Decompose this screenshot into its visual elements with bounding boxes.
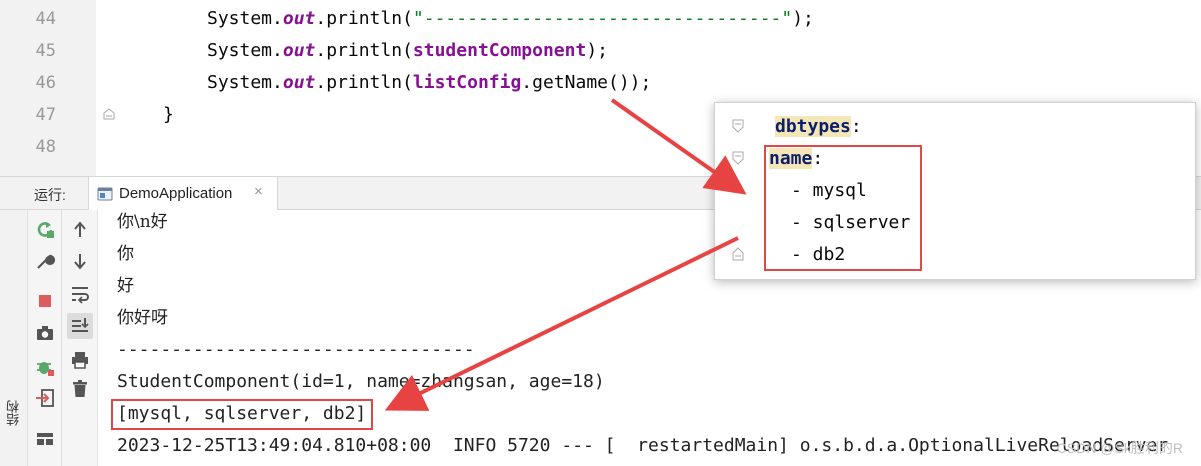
yaml-config-popup: dbtypes: name: - mysql - sqlserver - db2 bbox=[714, 102, 1196, 280]
fold-icon[interactable] bbox=[731, 118, 745, 134]
soft-wrap-icon[interactable] bbox=[69, 283, 91, 305]
fold-end-icon[interactable] bbox=[731, 246, 745, 262]
print-icon[interactable] bbox=[69, 349, 91, 371]
console-line: 好 bbox=[117, 276, 134, 296]
application-icon bbox=[97, 187, 113, 201]
console-line: 2023-12-25T13:49:04.810+08:00 INFO 5720 … bbox=[117, 435, 1169, 456]
layout-icon[interactable] bbox=[34, 428, 56, 450]
trash-icon[interactable] bbox=[69, 378, 91, 400]
scroll-to-end-icon[interactable] bbox=[67, 313, 93, 339]
console-line: 你 bbox=[117, 244, 134, 264]
run-toolbar bbox=[28, 210, 62, 466]
console-line: 你好呀 bbox=[117, 308, 168, 328]
structure-tool-strip bbox=[0, 210, 28, 466]
close-icon[interactable]: × bbox=[254, 183, 263, 200]
line-number: 45 bbox=[35, 41, 56, 61]
structure-tab[interactable]: 结构 bbox=[4, 400, 23, 426]
console-toolbar bbox=[62, 210, 98, 466]
yaml-root-key: dbtypes: bbox=[775, 116, 862, 137]
code-line: System.out.println("--------------------… bbox=[207, 8, 814, 29]
run-label: 运行: bbox=[34, 187, 66, 203]
rerun-icon[interactable] bbox=[34, 219, 56, 241]
up-arrow-icon[interactable] bbox=[69, 219, 91, 241]
code-line: System.out.println(studentComponent); bbox=[207, 40, 608, 61]
console-highlight-box bbox=[111, 399, 373, 430]
code-line: System.out.println(listConfig.getName())… bbox=[207, 72, 652, 93]
stop-icon[interactable] bbox=[34, 290, 56, 312]
console-line: --------------------------------- bbox=[117, 339, 475, 360]
camera-icon[interactable] bbox=[34, 322, 56, 344]
run-tab-demo-application[interactable]: DemoApplication × bbox=[88, 177, 278, 211]
wrench-icon[interactable] bbox=[34, 250, 56, 272]
fold-end-icon[interactable] bbox=[102, 107, 116, 121]
run-tab-label: DemoApplication bbox=[119, 185, 233, 202]
yaml-highlight-box bbox=[764, 145, 922, 271]
debug-icon[interactable] bbox=[34, 356, 56, 378]
down-arrow-icon[interactable] bbox=[69, 250, 91, 272]
console-line: StudentComponent(id=1, name=zhangsan, ag… bbox=[117, 371, 605, 392]
line-number: 47 bbox=[35, 105, 56, 125]
line-number-gutter: 44 45 46 47 48 bbox=[0, 0, 96, 176]
fold-icon[interactable] bbox=[731, 150, 745, 166]
login-icon[interactable] bbox=[34, 387, 56, 409]
watermark: CSDN @Sk胜利的R bbox=[1056, 440, 1183, 456]
console-line: 你\n好 bbox=[117, 212, 168, 232]
popup-gutter bbox=[715, 103, 751, 279]
line-number: 48 bbox=[35, 137, 56, 157]
line-number: 46 bbox=[35, 73, 56, 93]
closing-brace: } bbox=[163, 104, 174, 125]
line-number: 44 bbox=[35, 9, 56, 29]
